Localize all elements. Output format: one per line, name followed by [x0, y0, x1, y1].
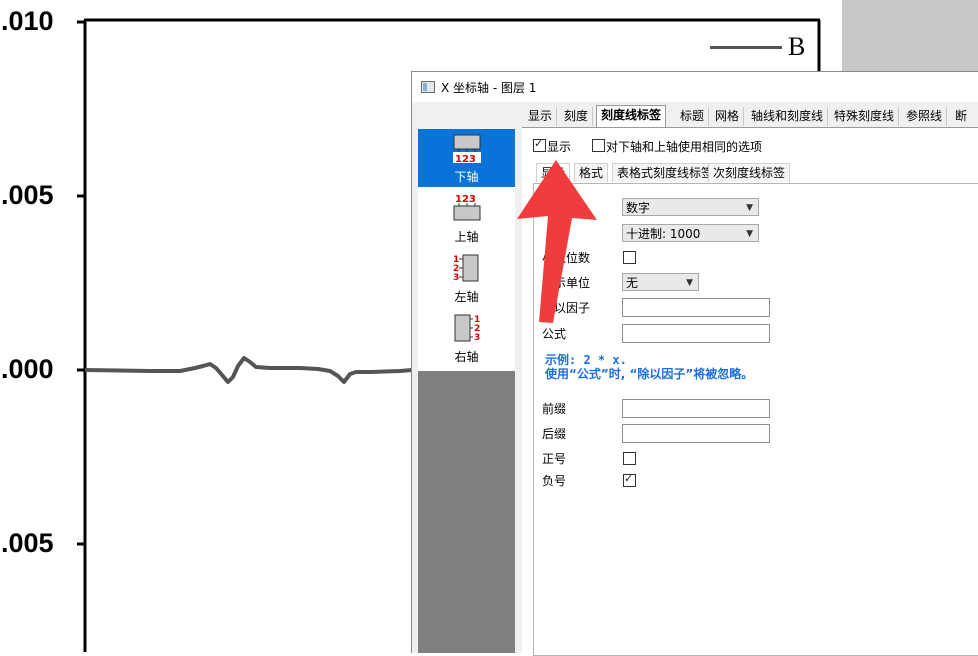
- annotation-arrow-layer: [517, 160, 597, 323]
- red-arrow-icon: [517, 160, 597, 323]
